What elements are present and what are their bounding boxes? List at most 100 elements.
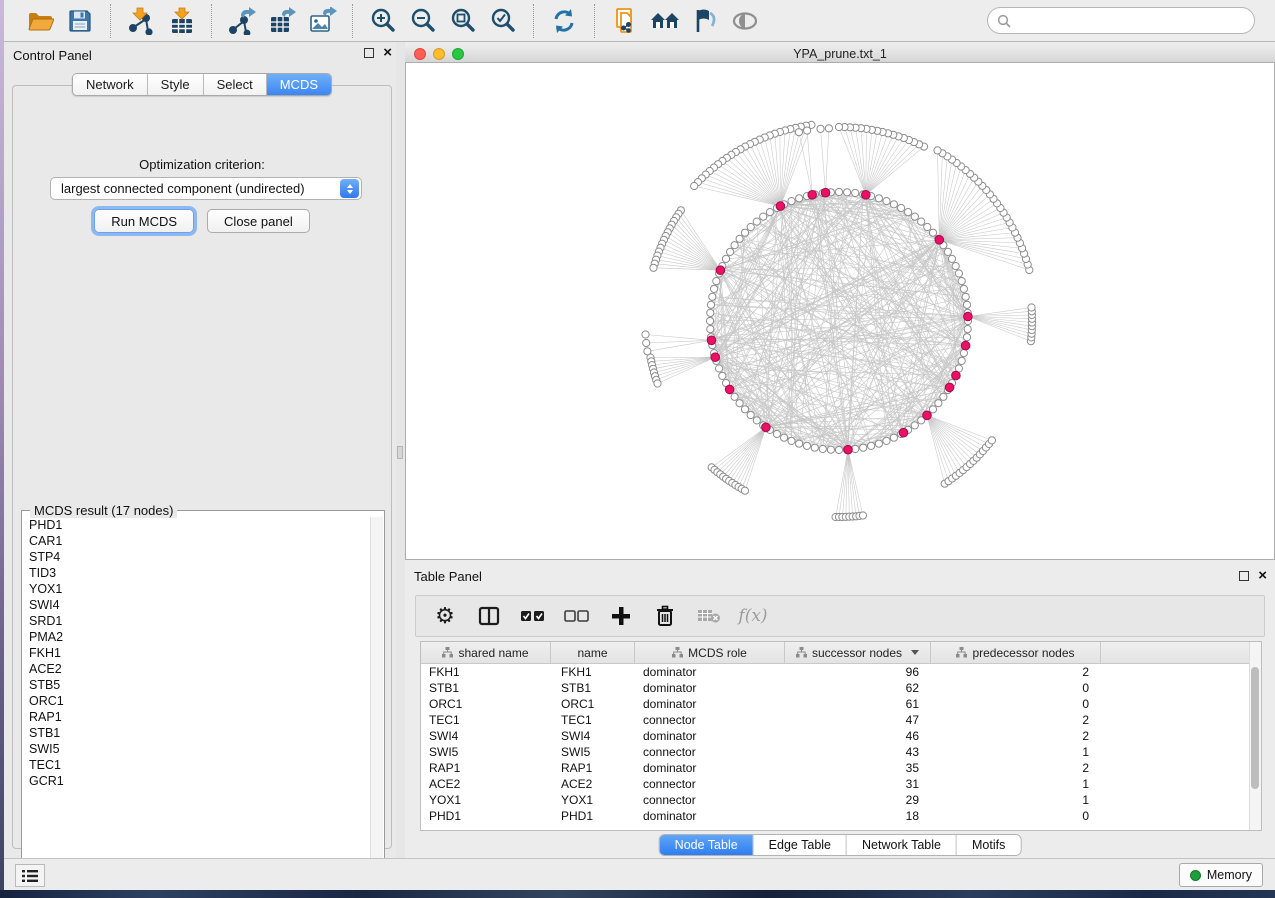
cell-name: PHD1 (551, 808, 635, 824)
network-canvas[interactable] (405, 63, 1275, 560)
mcds-result-item[interactable]: YOX1 (23, 581, 371, 597)
new-network-from-selection-icon[interactable] (605, 3, 645, 39)
mcds-result-item[interactable]: SWI4 (23, 597, 371, 613)
import-network-icon[interactable] (121, 3, 161, 39)
cell-name: ACE2 (551, 776, 635, 792)
cell-shared-name: YOX1 (421, 792, 551, 808)
mcds-result-item[interactable]: STB5 (23, 677, 371, 693)
column-header-MCDS-role[interactable]: MCDS role (635, 642, 785, 663)
tab-select[interactable]: Select (204, 74, 267, 95)
zoom-fit-icon[interactable] (443, 3, 483, 39)
delete-icon[interactable] (648, 599, 682, 633)
mcds-result-item[interactable]: STP4 (23, 549, 371, 565)
tab-network-table[interactable]: Network Table (847, 835, 957, 855)
mcds-result-list[interactable]: PHD1CAR1STP4TID3YOX1SWI4SRD1PMA2FKH1ACE2… (23, 517, 371, 879)
mcds-result-item[interactable]: STB1 (23, 725, 371, 741)
close-panel-icon[interactable]: × (1258, 571, 1267, 581)
criterion-select[interactable]: largest connected component (undirected) (50, 177, 362, 200)
mcds-result-item[interactable]: ACE2 (23, 661, 371, 677)
network-graph (406, 63, 1274, 559)
table-row[interactable]: PHD1PHD1dominator180 (421, 808, 1251, 824)
export-image-icon[interactable] (302, 3, 342, 39)
import-table-icon[interactable] (161, 3, 201, 39)
table-row[interactable]: STB1STB1dominator620 (421, 680, 1251, 696)
node-table-body[interactable]: FKH1FKH1dominator962STB1STB1dominator620… (421, 664, 1251, 830)
tab-mcds[interactable]: MCDS (267, 74, 331, 95)
zoom-selected-icon[interactable] (483, 3, 523, 39)
table-panel: Table Panel × ⚙ f(x) (405, 563, 1275, 858)
column-header-successor-nodes[interactable]: successor nodes (785, 642, 931, 663)
toolbar-separator (594, 4, 595, 38)
control-panel: Control Panel × Optimization criterion: … (4, 42, 400, 858)
network-window-titlebar[interactable]: YPA_prune.txt_1 (405, 45, 1275, 63)
table-row[interactable]: ACE2ACE2connector311 (421, 776, 1251, 792)
mcds-result-item[interactable]: CAR1 (23, 533, 371, 549)
mcds-result-item[interactable]: SWI5 (23, 741, 371, 757)
search-input[interactable] (1017, 13, 1245, 28)
mcds-result-item[interactable]: PMA2 (23, 629, 371, 645)
tab-network[interactable]: Network (73, 74, 148, 95)
export-table-icon[interactable] (262, 3, 302, 39)
close-panel-icon[interactable]: × (383, 48, 392, 58)
save-session-icon[interactable] (60, 3, 100, 39)
first-neighbors-icon[interactable] (645, 3, 685, 39)
network-window-title: YPA_prune.txt_1 (405, 47, 1275, 61)
select-stepper-icon (340, 179, 359, 198)
run-mcds-button[interactable]: Run MCDS (94, 209, 194, 233)
table-row[interactable]: RAP1RAP1dominator352 (421, 760, 1251, 776)
mcds-result-item[interactable]: ORC1 (23, 693, 371, 709)
tab-edge-table[interactable]: Edge Table (754, 835, 847, 855)
table-row[interactable]: ORC1ORC1dominator610 (421, 696, 1251, 712)
show-hidden-eye-icon[interactable] (725, 3, 765, 39)
mcds-result-item[interactable]: RAP1 (23, 709, 371, 725)
table-row[interactable]: SWI5SWI5connector431 (421, 744, 1251, 760)
close-panel-button[interactable]: Close panel (207, 209, 310, 233)
mcds-result-item[interactable]: TEC1 (23, 757, 371, 773)
column-view-icon[interactable] (472, 599, 506, 633)
gear-icon[interactable]: ⚙ (428, 599, 462, 633)
select-all-icon[interactable] (516, 599, 550, 633)
add-icon[interactable] (604, 599, 638, 633)
cell-predecessor-nodes: 1 (931, 776, 1101, 792)
zoom-out-icon[interactable] (403, 3, 443, 39)
table-scrollbar-thumb[interactable] (1251, 667, 1259, 789)
mcds-result-item[interactable]: PHD1 (23, 517, 371, 533)
result-scrollbar[interactable] (370, 517, 383, 879)
panel-splitter[interactable] (396, 42, 405, 858)
table-row[interactable]: TEC1TEC1connector472 (421, 712, 1251, 728)
column-header-predecessor-nodes[interactable]: predecessor nodes (931, 642, 1101, 663)
cell-shared-name: STB1 (421, 680, 551, 696)
table-row[interactable]: FKH1FKH1dominator962 (421, 664, 1251, 680)
cell-predecessor-nodes: 0 (931, 808, 1101, 824)
task-history-button[interactable] (15, 864, 45, 887)
cell-MCDS-role: dominator (635, 728, 785, 744)
mcds-result-item[interactable]: SRD1 (23, 613, 371, 629)
search-box[interactable] (987, 7, 1255, 34)
tab-node-table[interactable]: Node Table (660, 835, 754, 855)
float-window-icon[interactable] (364, 48, 374, 58)
open-file-icon[interactable] (20, 3, 60, 39)
splitter-handle-icon[interactable] (397, 446, 403, 459)
cell-name: SWI4 (551, 728, 635, 744)
table-scrollbar[interactable] (1249, 642, 1261, 830)
zoom-in-icon[interactable] (363, 3, 403, 39)
refresh-layout-icon[interactable] (544, 3, 584, 39)
hide-selected-icon[interactable] (685, 3, 725, 39)
column-header-name[interactable]: name (551, 642, 635, 663)
cell-MCDS-role: dominator (635, 808, 785, 824)
tab-style[interactable]: Style (148, 74, 204, 95)
mcds-result-item[interactable]: TID3 (23, 565, 371, 581)
export-network-icon[interactable] (222, 3, 262, 39)
memory-button[interactable]: Memory (1179, 863, 1263, 887)
cell-name: TEC1 (551, 712, 635, 728)
mcds-result-item[interactable]: FKH1 (23, 645, 371, 661)
function-builder-icon: f(x) (736, 599, 770, 633)
tab-motifs[interactable]: Motifs (957, 835, 1020, 855)
mcds-result-item[interactable]: GCR1 (23, 773, 371, 789)
float-window-icon[interactable] (1239, 571, 1249, 581)
table-row[interactable]: YOX1YOX1connector291 (421, 792, 1251, 808)
table-row[interactable]: SWI4SWI4dominator462 (421, 728, 1251, 744)
search-icon (997, 14, 1011, 28)
column-header-shared-name[interactable]: shared name (421, 642, 551, 663)
deselect-all-icon[interactable] (560, 599, 594, 633)
